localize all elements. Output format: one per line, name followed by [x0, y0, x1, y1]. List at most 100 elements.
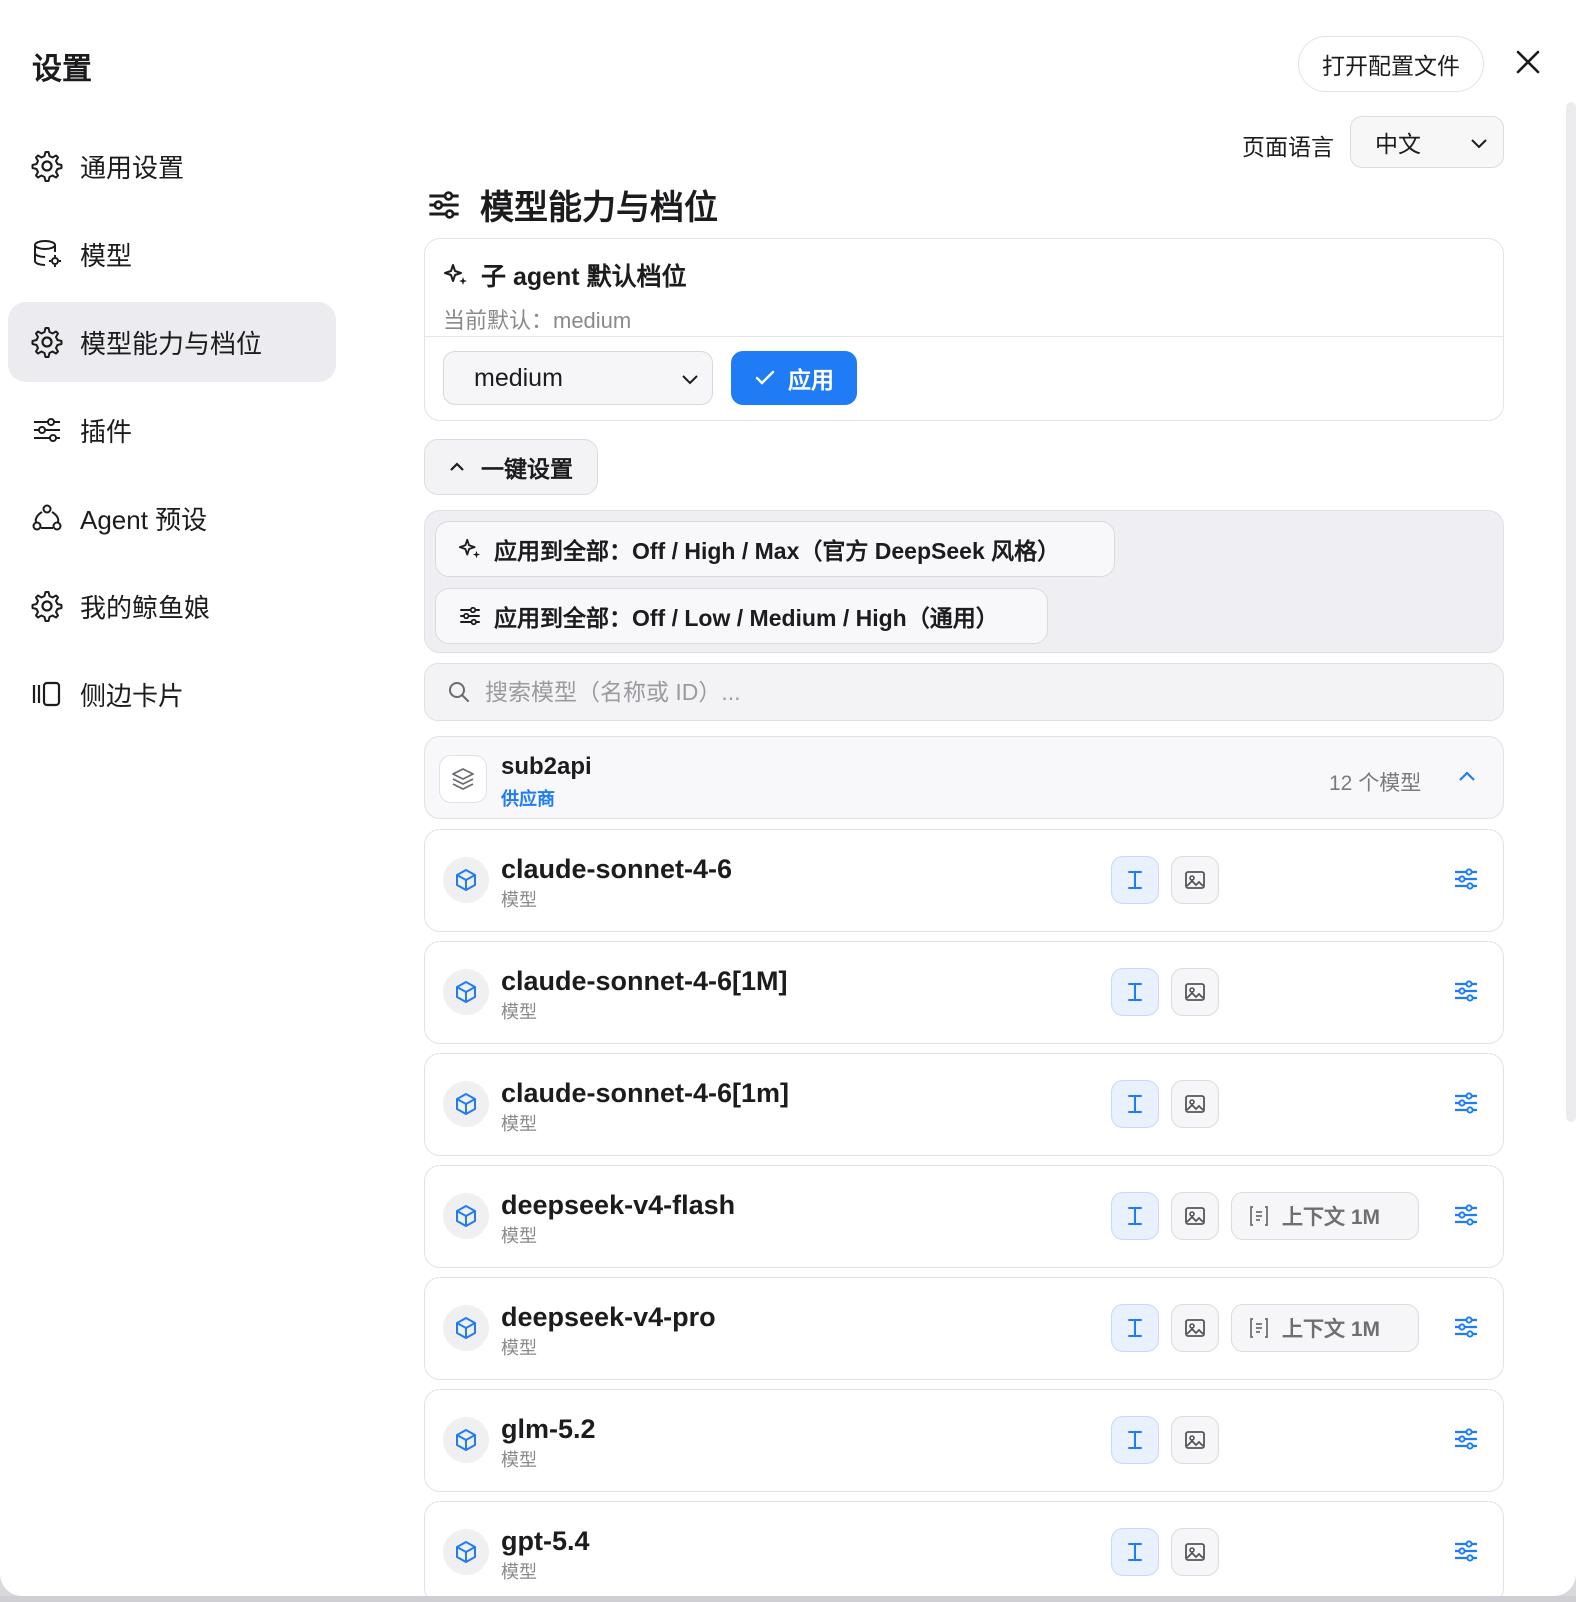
- side-cards-icon: [30, 677, 64, 711]
- sidebar-item-label: 我的鲸鱼娘: [80, 592, 211, 623]
- document-brackets-icon: [1250, 1318, 1268, 1338]
- sliders-icon: [429, 190, 459, 219]
- sidebar-item-plugins[interactable]: 插件: [8, 390, 336, 470]
- image-icon: [1185, 871, 1205, 889]
- quick-setup-panel: 应用到全部：Off / High / Max（官方 DeepSeek 风格） 应…: [424, 510, 1504, 653]
- model-type: 模型: [501, 890, 537, 910]
- text-capability-toggle[interactable]: [1111, 1080, 1159, 1128]
- image-icon: [1185, 1319, 1205, 1337]
- text-cursor-icon: [1128, 1543, 1142, 1561]
- scrollbar[interactable]: [1566, 102, 1576, 1122]
- model-name: glm-5.2: [501, 1414, 596, 1444]
- gear-icon: [30, 325, 64, 359]
- text-capability-toggle[interactable]: [1111, 1192, 1159, 1240]
- quick-setup-toggle[interactable]: 一键设置: [424, 439, 598, 495]
- sidebar-item-my-whale[interactable]: 我的鲸鱼娘: [8, 566, 336, 646]
- cube-icon: [443, 857, 489, 903]
- preset-generic-button[interactable]: 应用到全部：Off / Low / Medium / High（通用）: [435, 588, 1048, 644]
- cube-icon: [443, 1193, 489, 1239]
- model-row[interactable]: deepseek-v4-pro 模型 上下文 1M: [424, 1277, 1504, 1380]
- sliders-icon: [460, 606, 480, 626]
- sidebar-item-general[interactable]: 通用设置: [8, 126, 336, 206]
- search-icon: [449, 682, 469, 702]
- sidebar-item-side-cards[interactable]: 侧边卡片: [8, 654, 336, 734]
- image-capability-toggle[interactable]: [1171, 1080, 1219, 1128]
- model-name: claude-sonnet-4-6[1m]: [501, 1078, 790, 1108]
- sidebar-item-models[interactable]: 模型: [8, 214, 336, 294]
- check-icon: [755, 370, 775, 385]
- tune-settings-icon[interactable]: [1453, 1314, 1479, 1340]
- agent-default-tier-card: 子 agent 默认档位 当前默认：medium medium 应用: [424, 238, 1504, 421]
- model-row[interactable]: claude-sonnet-4-6[1M] 模型: [424, 941, 1504, 1044]
- provider-name: sub2api: [501, 753, 592, 780]
- tier-select-value: medium: [474, 363, 563, 392]
- language-label: 页面语言: [1242, 134, 1334, 160]
- image-icon: [1185, 1207, 1205, 1225]
- agent-default-title: 子 agent 默认档位: [443, 257, 1503, 293]
- image-capability-toggle[interactable]: [1171, 1416, 1219, 1464]
- sidebar-item-agent-presets[interactable]: Agent 预设: [8, 478, 336, 558]
- image-capability-toggle[interactable]: [1171, 856, 1219, 904]
- model-row[interactable]: gpt-5.4 模型: [424, 1501, 1504, 1596]
- image-capability-toggle[interactable]: [1171, 1304, 1219, 1352]
- tune-settings-icon[interactable]: [1453, 1538, 1479, 1564]
- model-name: claude-sonnet-4-6: [501, 854, 733, 884]
- cube-icon: [443, 1529, 489, 1575]
- close-icon: [1516, 50, 1540, 74]
- close-button[interactable]: [1510, 44, 1546, 80]
- model-row[interactable]: claude-sonnet-4-6 模型: [424, 829, 1504, 932]
- document-brackets-icon: [1250, 1206, 1268, 1226]
- model-type: 模型: [501, 1562, 537, 1582]
- text-capability-toggle[interactable]: [1111, 968, 1159, 1016]
- cube-icon: [443, 1417, 489, 1463]
- tune-settings-icon[interactable]: [1453, 1426, 1479, 1452]
- open-config-button[interactable]: 打开配置文件: [1298, 36, 1484, 92]
- agent-current-default: 当前默认：medium: [443, 308, 632, 333]
- sidebar-item-label: 模型能力与档位: [80, 328, 263, 359]
- language-select[interactable]: 中文: [1350, 116, 1504, 168]
- provider-type: 供应商: [501, 789, 555, 809]
- tune-settings-icon[interactable]: [1453, 1090, 1479, 1116]
- database-gear-icon: [30, 237, 64, 271]
- model-type: 模型: [501, 1002, 537, 1022]
- model-row[interactable]: claude-sonnet-4-6[1m] 模型: [424, 1053, 1504, 1156]
- search-input[interactable]: [485, 678, 1385, 706]
- sidebar-item-label: 插件: [80, 416, 133, 447]
- text-capability-toggle[interactable]: [1111, 856, 1159, 904]
- section-title-text: 模型能力与档位: [480, 189, 718, 227]
- text-cursor-icon: [1128, 1095, 1142, 1113]
- sidebar-item-label: 侧边卡片: [80, 680, 185, 711]
- tune-settings-icon[interactable]: [1453, 866, 1479, 892]
- text-cursor-icon: [1128, 871, 1142, 889]
- apply-button[interactable]: 应用: [731, 351, 857, 405]
- sidebar-nav: 通用设置 模型 模型能力与档位 插件 Agent 预设 我的鲸鱼娘 侧边卡片: [8, 126, 336, 742]
- layers-icon: [439, 755, 487, 803]
- model-row[interactable]: deepseek-v4-flash 模型 上下文 1M: [424, 1165, 1504, 1268]
- dialog-title: 设置: [32, 53, 92, 86]
- tier-select[interactable]: medium: [443, 351, 713, 405]
- provider-model-count: 12 个模型: [1329, 772, 1422, 795]
- tune-settings-icon[interactable]: [1453, 1202, 1479, 1228]
- context-window-badge[interactable]: 上下文 1M: [1231, 1304, 1419, 1352]
- text-cursor-icon: [1128, 1319, 1142, 1337]
- cube-icon: [443, 969, 489, 1015]
- text-capability-toggle[interactable]: [1111, 1416, 1159, 1464]
- model-search: [424, 663, 1504, 721]
- model-type: 模型: [501, 1226, 537, 1246]
- cube-icon: [443, 1081, 489, 1127]
- image-capability-toggle[interactable]: [1171, 968, 1219, 1016]
- sparkles-icon: [444, 264, 467, 285]
- text-capability-toggle[interactable]: [1111, 1304, 1159, 1352]
- tune-settings-icon[interactable]: [1453, 978, 1479, 1004]
- image-capability-toggle[interactable]: [1171, 1528, 1219, 1576]
- preset-deepseek-style-button[interactable]: 应用到全部：Off / High / Max（官方 DeepSeek 风格）: [435, 521, 1115, 577]
- sidebar-item-model-capabilities[interactable]: 模型能力与档位: [8, 302, 336, 382]
- model-row[interactable]: glm-5.2 模型: [424, 1389, 1504, 1492]
- image-icon: [1185, 1431, 1205, 1449]
- provider-header[interactable]: sub2api 供应商 12 个模型: [424, 736, 1504, 819]
- chevron-up-icon[interactable]: [1455, 765, 1479, 789]
- context-window-badge[interactable]: 上下文 1M: [1231, 1192, 1419, 1240]
- image-capability-toggle[interactable]: [1171, 1192, 1219, 1240]
- text-capability-toggle[interactable]: [1111, 1528, 1159, 1576]
- text-cursor-icon: [1128, 983, 1142, 1001]
